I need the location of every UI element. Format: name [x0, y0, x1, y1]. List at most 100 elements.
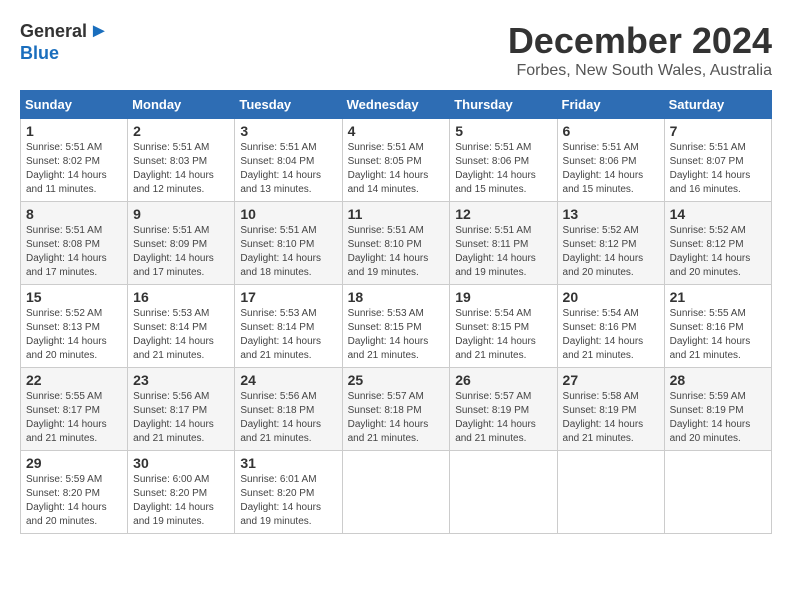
calendar-cell: 21Sunrise: 5:55 AM Sunset: 8:16 PM Dayli…	[664, 285, 771, 368]
calendar-cell: 17 Sunrise: 5:53 AM Sunset: 8:14 PM Dayli…	[235, 285, 342, 368]
weekday-header: Saturday	[664, 91, 771, 119]
day-info: Sunrise: 5:51 AM Sunset: 8:07 PM Dayligh…	[670, 141, 766, 197]
calendar-cell: 29 Sunrise: 5:59 AM Sunset: 8:20 PM Dayli…	[21, 451, 128, 534]
calendar-cell: 30 Sunrise: 6:00 AM Sunset: 8:20 PM Dayli…	[128, 451, 235, 534]
day-number: 27	[563, 372, 659, 388]
day-number: 24	[240, 372, 336, 388]
calendar-header: SundayMondayTuesdayWednesdayThursdayFrid…	[21, 91, 772, 119]
calendar-body: 1 Sunrise: 5:51 AM Sunset: 8:02 PM Daylig…	[21, 119, 772, 534]
calendar-table: SundayMondayTuesdayWednesdayThursdayFrid…	[20, 90, 772, 534]
day-info: Sunrise: 5:51 AM Sunset: 8:10 PM Dayligh…	[348, 224, 445, 280]
header: General ► Blue December 2024 Forbes, New…	[20, 20, 772, 80]
day-number: 23	[133, 372, 229, 388]
calendar-cell: 22 Sunrise: 5:55 AM Sunset: 8:17 PM Dayli…	[21, 368, 128, 451]
day-number: 8	[26, 206, 122, 222]
day-number: 29	[26, 455, 122, 471]
calendar-cell: 27 Sunrise: 5:58 AM Sunset: 8:19 PM Dayli…	[557, 368, 664, 451]
day-number: 17	[240, 289, 336, 305]
day-info: Sunrise: 5:52 AM Sunset: 8:13 PM Dayligh…	[26, 307, 122, 363]
day-info: Sunrise: 6:01 AM Sunset: 8:20 PM Dayligh…	[240, 473, 336, 529]
day-number: 26	[455, 372, 551, 388]
calendar-cell: 24 Sunrise: 5:56 AM Sunset: 8:18 PM Dayli…	[235, 368, 342, 451]
weekday-header: Thursday	[450, 91, 557, 119]
calendar-cell: 23 Sunrise: 5:56 AM Sunset: 8:17 PM Dayli…	[128, 368, 235, 451]
day-number: 20	[563, 289, 659, 305]
day-info: Sunrise: 5:51 AM Sunset: 8:10 PM Dayligh…	[240, 224, 336, 280]
day-info: Sunrise: 5:51 AM Sunset: 8:09 PM Dayligh…	[133, 224, 229, 280]
calendar-cell: 4Sunrise: 5:51 AM Sunset: 8:05 PM Daylig…	[342, 119, 450, 202]
day-info: Sunrise: 5:54 AM Sunset: 8:16 PM Dayligh…	[563, 307, 659, 363]
day-info: Sunrise: 5:51 AM Sunset: 8:04 PM Dayligh…	[240, 141, 336, 197]
calendar-cell: 25 Sunrise: 5:57 AM Sunset: 8:18 PM Dayli…	[342, 368, 450, 451]
subtitle: Forbes, New South Wales, Australia	[508, 62, 772, 80]
calendar-cell	[664, 451, 771, 534]
day-info: Sunrise: 5:51 AM Sunset: 8:11 PM Dayligh…	[455, 224, 551, 280]
calendar-week-row: 15Sunrise: 5:52 AM Sunset: 8:13 PM Dayli…	[21, 285, 772, 368]
day-number: 16	[133, 289, 229, 305]
calendar-cell: 20 Sunrise: 5:54 AM Sunset: 8:16 PM Dayli…	[557, 285, 664, 368]
day-info: Sunrise: 5:58 AM Sunset: 8:19 PM Dayligh…	[563, 390, 659, 446]
logo-blue: Blue	[20, 43, 59, 64]
calendar-cell: 10 Sunrise: 5:51 AM Sunset: 8:10 PM Dayli…	[235, 202, 342, 285]
day-number: 19	[455, 289, 551, 305]
day-info: Sunrise: 5:59 AM Sunset: 8:19 PM Dayligh…	[670, 390, 766, 446]
calendar-cell: 3 Sunrise: 5:51 AM Sunset: 8:04 PM Daylig…	[235, 119, 342, 202]
day-info: Sunrise: 5:53 AM Sunset: 8:15 PM Dayligh…	[348, 307, 445, 363]
weekday-header: Sunday	[21, 91, 128, 119]
day-info: Sunrise: 6:00 AM Sunset: 8:20 PM Dayligh…	[133, 473, 229, 529]
day-number: 4	[348, 123, 445, 139]
day-info: Sunrise: 5:55 AM Sunset: 8:17 PM Dayligh…	[26, 390, 122, 446]
day-number: 18	[348, 289, 445, 305]
day-number: 25	[348, 372, 445, 388]
calendar-cell: 31 Sunrise: 6:01 AM Sunset: 8:20 PM Dayli…	[235, 451, 342, 534]
calendar-cell: 5Sunrise: 5:51 AM Sunset: 8:06 PM Daylig…	[450, 119, 557, 202]
weekday-header: Tuesday	[235, 91, 342, 119]
calendar-cell: 8 Sunrise: 5:51 AM Sunset: 8:08 PM Daylig…	[21, 202, 128, 285]
day-number: 14	[670, 206, 766, 222]
day-info: Sunrise: 5:53 AM Sunset: 8:14 PM Dayligh…	[240, 307, 336, 363]
day-info: Sunrise: 5:51 AM Sunset: 8:08 PM Dayligh…	[26, 224, 122, 280]
calendar-cell: 28Sunrise: 5:59 AM Sunset: 8:19 PM Dayli…	[664, 368, 771, 451]
day-number: 3	[240, 123, 336, 139]
calendar-cell	[557, 451, 664, 534]
day-info: Sunrise: 5:55 AM Sunset: 8:16 PM Dayligh…	[670, 307, 766, 363]
day-number: 12	[455, 206, 551, 222]
logo: General ► Blue	[20, 20, 109, 64]
calendar-cell: 26 Sunrise: 5:57 AM Sunset: 8:19 PM Dayli…	[450, 368, 557, 451]
calendar-cell: 18 Sunrise: 5:53 AM Sunset: 8:15 PM Dayli…	[342, 285, 450, 368]
calendar-cell: 14Sunrise: 5:52 AM Sunset: 8:12 PM Dayli…	[664, 202, 771, 285]
day-number: 30	[133, 455, 229, 471]
calendar-cell: 15Sunrise: 5:52 AM Sunset: 8:13 PM Dayli…	[21, 285, 128, 368]
calendar-cell: 19Sunrise: 5:54 AM Sunset: 8:15 PM Dayli…	[450, 285, 557, 368]
logo-general: General	[20, 21, 87, 42]
calendar-cell: 2 Sunrise: 5:51 AM Sunset: 8:03 PM Daylig…	[128, 119, 235, 202]
calendar-cell: 11Sunrise: 5:51 AM Sunset: 8:10 PM Dayli…	[342, 202, 450, 285]
day-number: 1	[26, 123, 122, 139]
day-number: 2	[133, 123, 229, 139]
day-info: Sunrise: 5:57 AM Sunset: 8:18 PM Dayligh…	[348, 390, 445, 446]
day-info: Sunrise: 5:51 AM Sunset: 8:06 PM Dayligh…	[455, 141, 551, 197]
calendar-cell: 1 Sunrise: 5:51 AM Sunset: 8:02 PM Daylig…	[21, 119, 128, 202]
calendar-week-row: 1 Sunrise: 5:51 AM Sunset: 8:02 PM Daylig…	[21, 119, 772, 202]
day-info: Sunrise: 5:51 AM Sunset: 8:02 PM Dayligh…	[26, 141, 122, 197]
day-info: Sunrise: 5:51 AM Sunset: 8:06 PM Dayligh…	[563, 141, 659, 197]
logo-bird-icon: ►	[89, 20, 109, 43]
calendar-cell: 6Sunrise: 5:51 AM Sunset: 8:06 PM Daylig…	[557, 119, 664, 202]
calendar-cell: 13Sunrise: 5:52 AM Sunset: 8:12 PM Dayli…	[557, 202, 664, 285]
day-info: Sunrise: 5:51 AM Sunset: 8:03 PM Dayligh…	[133, 141, 229, 197]
day-number: 9	[133, 206, 229, 222]
day-info: Sunrise: 5:56 AM Sunset: 8:18 PM Dayligh…	[240, 390, 336, 446]
day-number: 31	[240, 455, 336, 471]
day-number: 10	[240, 206, 336, 222]
day-info: Sunrise: 5:56 AM Sunset: 8:17 PM Dayligh…	[133, 390, 229, 446]
day-info: Sunrise: 5:57 AM Sunset: 8:19 PM Dayligh…	[455, 390, 551, 446]
day-number: 13	[563, 206, 659, 222]
weekday-header: Monday	[128, 91, 235, 119]
day-info: Sunrise: 5:59 AM Sunset: 8:20 PM Dayligh…	[26, 473, 122, 529]
title-section: December 2024 Forbes, New South Wales, A…	[508, 20, 772, 80]
calendar-cell	[342, 451, 450, 534]
day-number: 22	[26, 372, 122, 388]
weekday-header: Friday	[557, 91, 664, 119]
calendar-cell: 12 Sunrise: 5:51 AM Sunset: 8:11 PM Dayli…	[450, 202, 557, 285]
calendar-cell: 16Sunrise: 5:53 AM Sunset: 8:14 PM Dayli…	[128, 285, 235, 368]
